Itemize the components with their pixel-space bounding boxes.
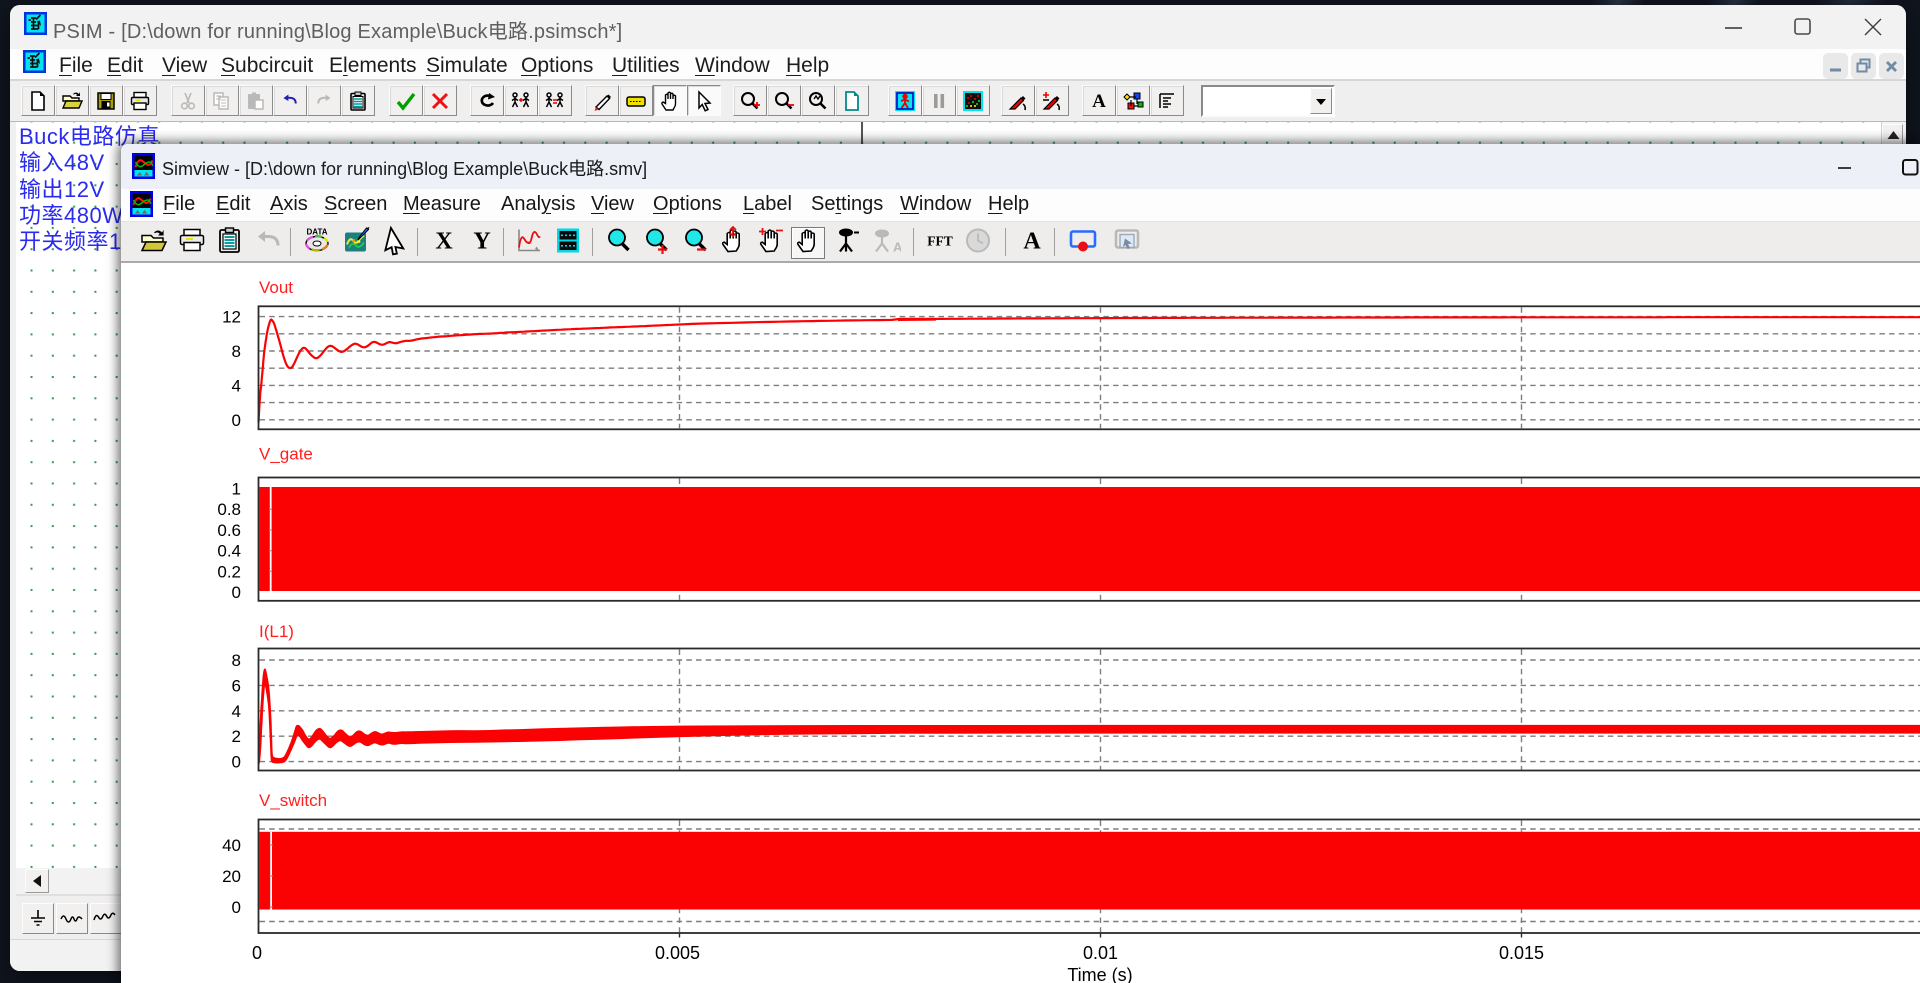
svg-text:0.015: 0.015 <box>1499 943 1544 963</box>
svg-text:1: 1 <box>232 480 241 499</box>
svg-text:Y: Y <box>473 229 490 255</box>
svg-text:Vout: Vout <box>259 278 293 297</box>
svg-text:0.8: 0.8 <box>217 500 241 519</box>
svg-text:V_switch: V_switch <box>259 791 327 810</box>
svg-text:0.4: 0.4 <box>217 542 241 561</box>
svg-text:0: 0 <box>252 943 262 963</box>
svg-text:A: A <box>1092 91 1106 112</box>
svg-text:0: 0 <box>232 411 241 430</box>
svg-text:4: 4 <box>232 702 241 721</box>
svg-text:8: 8 <box>232 651 241 670</box>
svg-text:FFT: FFT <box>927 234 953 249</box>
svg-text:2: 2 <box>232 727 241 746</box>
svg-text:8: 8 <box>232 342 241 361</box>
svg-text:0.005: 0.005 <box>655 943 700 963</box>
svg-text:A: A <box>893 240 901 255</box>
svg-text:I(L1): I(L1) <box>259 622 294 641</box>
svg-text:0: 0 <box>232 753 241 772</box>
svg-text:20: 20 <box>222 867 241 886</box>
svg-text:A: A <box>1023 229 1041 255</box>
svg-text:6: 6 <box>232 676 241 695</box>
svg-text:0.2: 0.2 <box>217 562 241 581</box>
svg-text:0: 0 <box>232 898 241 917</box>
svg-text:0: 0 <box>232 583 241 602</box>
svg-text:X: X <box>435 229 453 255</box>
svg-text:4: 4 <box>232 376 241 395</box>
svg-text:12: 12 <box>222 308 241 327</box>
svg-text:0.6: 0.6 <box>217 521 241 540</box>
svg-text:V_gate: V_gate <box>259 445 313 464</box>
svg-text:0.01: 0.01 <box>1083 943 1118 963</box>
svg-text:40: 40 <box>222 836 241 855</box>
svg-text:Time (s): Time (s) <box>1067 965 1132 983</box>
